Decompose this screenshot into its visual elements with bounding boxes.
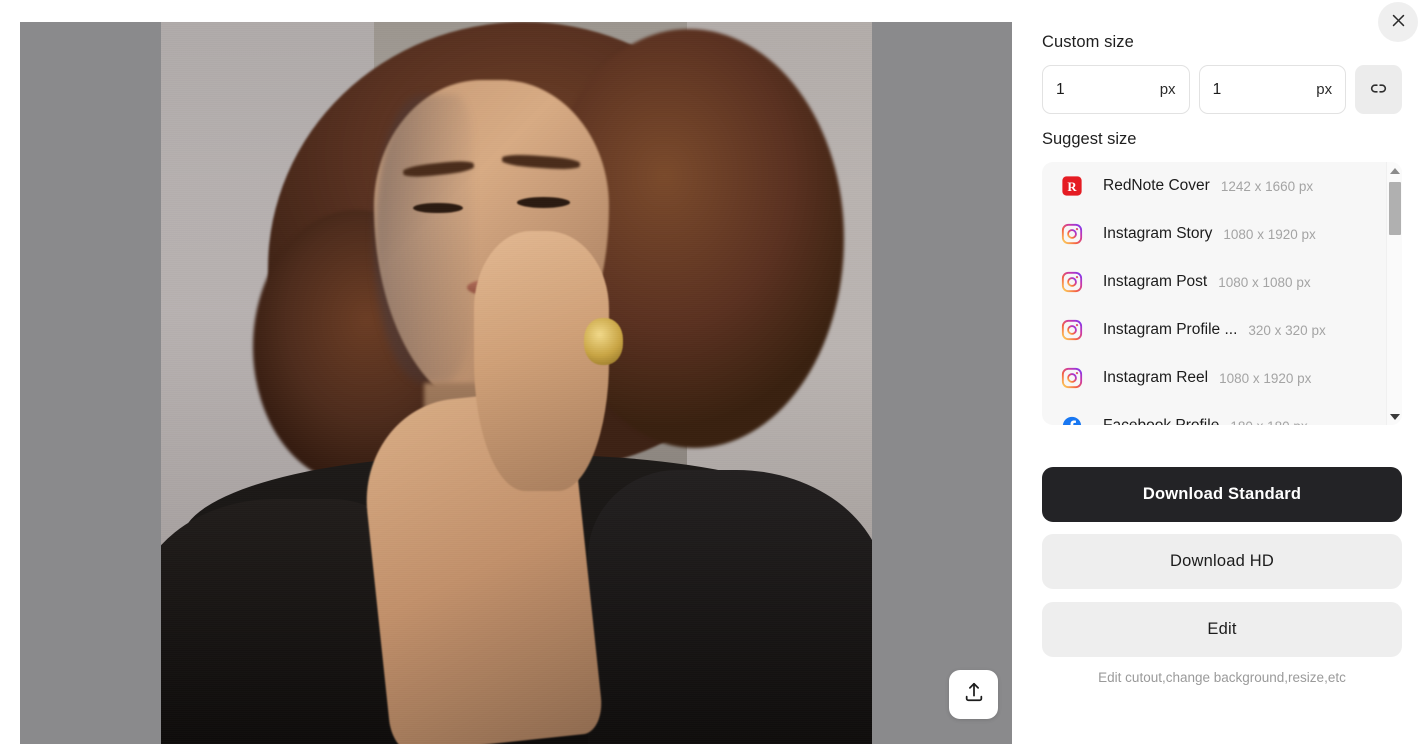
- list-item-dimensions: 1080 x 1920 px: [1219, 370, 1312, 386]
- list-item-dimensions: 1080 x 1080 px: [1218, 274, 1311, 290]
- instagram-icon: [1060, 270, 1084, 294]
- photo-ring: [584, 318, 624, 365]
- photo-shirt-right: [587, 469, 872, 744]
- photo-face-shadow: [374, 94, 474, 383]
- instagram-icon: [1060, 222, 1084, 246]
- list-item-dimensions: 180 x 180 px: [1230, 419, 1307, 426]
- rednote-icon: R: [1060, 174, 1084, 198]
- close-icon: [1390, 12, 1407, 32]
- scroll-down-button[interactable]: [1387, 408, 1402, 425]
- list-item-label: Facebook Profile: [1103, 417, 1219, 425]
- resize-download-screen: Custom size px px Suggest size: [0, 0, 1426, 744]
- download-standard-button[interactable]: Download Standard: [1042, 467, 1402, 522]
- list-item-dimensions: 1242 x 1660 px: [1220, 178, 1314, 194]
- edit-button[interactable]: Edit: [1042, 602, 1402, 657]
- upload-button[interactable]: [949, 670, 998, 719]
- list-item-label: Instagram Post: [1103, 273, 1208, 290]
- width-input[interactable]: [1056, 80, 1160, 99]
- height-unit-label: px: [1316, 81, 1333, 98]
- suggest-list-scrollbar[interactable]: [1386, 162, 1402, 425]
- list-item[interactable]: Instagram Profile ... 320 x 320 px: [1042, 306, 1386, 354]
- triangle-up-icon: [1390, 167, 1400, 174]
- list-item-label: Instagram Profile ...: [1103, 321, 1238, 338]
- edit-hint-text: Edit cutout,change background,resize,etc: [1098, 670, 1346, 685]
- photo-hand: [473, 231, 609, 492]
- triangle-down-icon: [1390, 413, 1400, 420]
- scrollbar-thumb[interactable]: [1389, 182, 1401, 235]
- list-item[interactable]: Instagram Reel 1080 x 1920 px: [1042, 354, 1386, 402]
- aspect-ratio-lock-button[interactable]: [1355, 65, 1402, 114]
- scroll-up-button[interactable]: [1387, 162, 1402, 179]
- height-input-wrapper[interactable]: px: [1198, 65, 1347, 114]
- list-item[interactable]: Instagram Story 1080 x 1920 px: [1042, 210, 1386, 258]
- list-item[interactable]: Facebook Profile 180 x 180 px: [1042, 402, 1386, 425]
- suggest-size-title: Suggest size: [1042, 130, 1137, 148]
- suggest-size-list: R RedNote Cover 1242 x 1660 px Instagram…: [1042, 162, 1402, 425]
- preview-photo: [161, 22, 872, 744]
- upload-icon: [963, 681, 985, 708]
- custom-size-title: Custom size: [1042, 33, 1134, 51]
- list-item-dimensions: 320 x 320 px: [1248, 322, 1326, 338]
- svg-text:R: R: [1067, 180, 1077, 194]
- download-hd-button[interactable]: Download HD: [1042, 534, 1402, 589]
- broken-link-icon: [1368, 78, 1389, 102]
- instagram-icon: [1060, 366, 1084, 390]
- photo-background: [161, 22, 872, 744]
- instagram-icon: [1060, 318, 1084, 342]
- list-item-label: Instagram Reel: [1103, 369, 1209, 386]
- list-item[interactable]: Instagram Post 1080 x 1080 px: [1042, 258, 1386, 306]
- facebook-icon: [1060, 414, 1084, 425]
- custom-size-row: px px: [1042, 65, 1402, 114]
- list-item[interactable]: R RedNote Cover 1242 x 1660 px: [1042, 162, 1386, 210]
- height-input[interactable]: [1212, 80, 1317, 99]
- list-item-dimensions: 1080 x 1920 px: [1223, 226, 1316, 242]
- close-button[interactable]: [1378, 2, 1418, 42]
- resize-panel: Custom size px px Suggest size: [1012, 0, 1426, 744]
- list-item-label: Instagram Story: [1103, 225, 1213, 242]
- width-unit-label: px: [1159, 81, 1176, 98]
- suggest-size-scroll-viewport: R RedNote Cover 1242 x 1660 px Instagram…: [1042, 162, 1386, 425]
- image-preview-canvas: [20, 22, 1012, 744]
- width-input-wrapper[interactable]: px: [1042, 65, 1190, 114]
- list-item-label: RedNote Cover: [1103, 177, 1210, 194]
